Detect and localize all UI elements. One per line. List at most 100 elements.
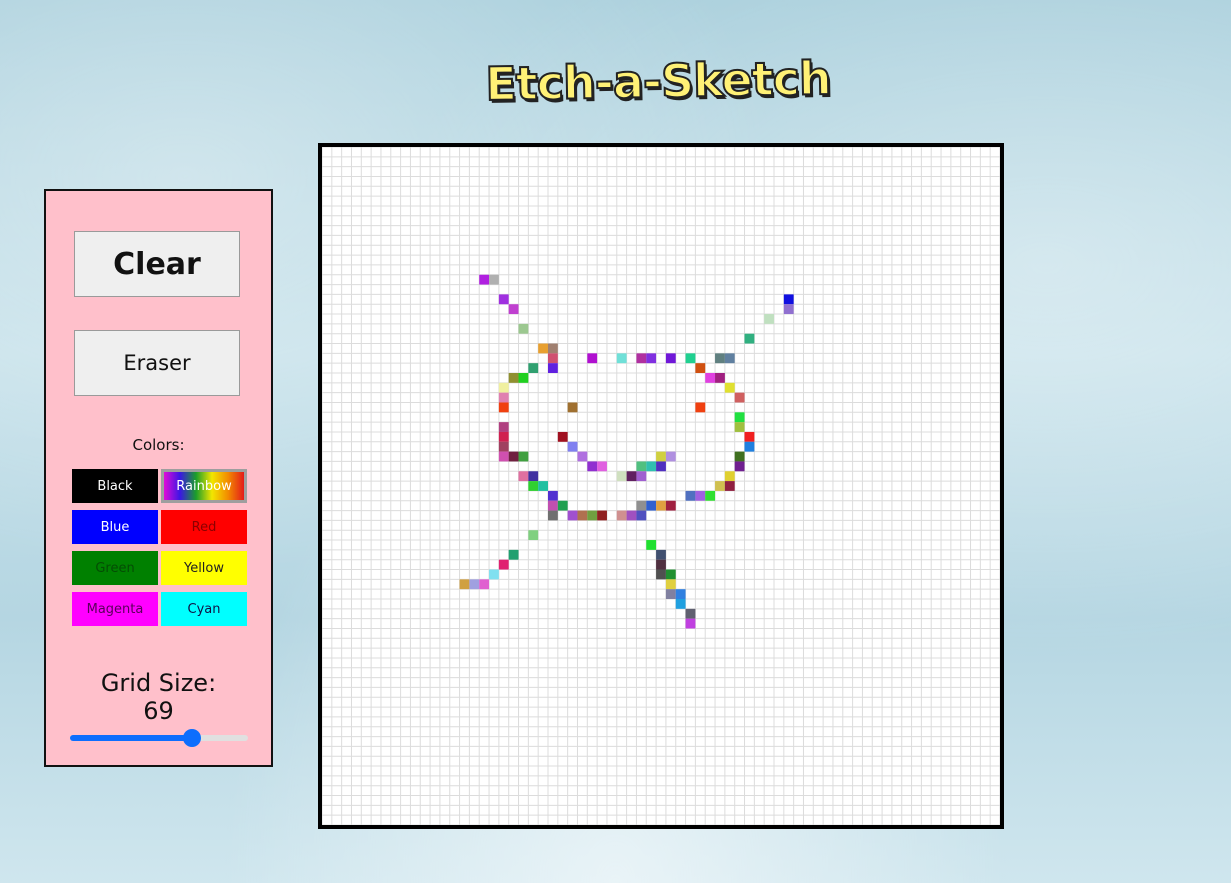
painted-cell[interactable] <box>587 461 598 472</box>
painted-cell[interactable] <box>518 323 529 334</box>
painted-cell[interactable] <box>498 441 509 452</box>
painted-cell[interactable] <box>508 549 519 560</box>
painted-cell[interactable] <box>646 540 657 550</box>
painted-cell[interactable] <box>636 353 647 364</box>
painted-cell[interactable] <box>783 294 794 305</box>
painted-cell[interactable] <box>656 569 666 580</box>
painted-cell[interactable] <box>528 471 539 482</box>
painted-cell[interactable] <box>498 392 509 403</box>
color-red-button[interactable]: Red <box>161 510 247 544</box>
painted-cell[interactable] <box>498 431 509 442</box>
painted-cell[interactable] <box>656 549 666 560</box>
painted-cell[interactable] <box>577 510 588 521</box>
painted-cell[interactable] <box>724 471 735 482</box>
painted-cell[interactable] <box>744 441 755 452</box>
painted-cell[interactable] <box>498 402 509 413</box>
sketch-board[interactable] <box>318 143 1004 829</box>
painted-cell[interactable] <box>734 412 745 423</box>
painted-cell[interactable] <box>675 589 686 599</box>
painted-cell[interactable] <box>685 490 696 501</box>
painted-cell[interactable] <box>548 343 558 354</box>
painted-cell[interactable] <box>616 510 627 521</box>
painted-cell[interactable] <box>469 579 480 590</box>
painted-cell[interactable] <box>715 353 725 364</box>
painted-cell[interactable] <box>715 481 725 491</box>
color-yellow-button[interactable]: Yellow <box>161 551 247 585</box>
painted-cell[interactable] <box>489 274 499 285</box>
painted-cell[interactable] <box>636 471 647 482</box>
painted-cell[interactable] <box>548 500 558 511</box>
painted-cell[interactable] <box>744 431 755 442</box>
painted-cell[interactable] <box>498 294 509 305</box>
painted-cell[interactable] <box>498 451 509 462</box>
painted-cell[interactable] <box>548 510 558 521</box>
painted-cell[interactable] <box>656 559 666 570</box>
painted-cell[interactable] <box>518 451 529 462</box>
painted-cell[interactable] <box>636 500 647 511</box>
painted-cell[interactable] <box>557 500 568 511</box>
painted-cell[interactable] <box>734 392 745 403</box>
painted-cell[interactable] <box>597 461 607 472</box>
color-black-button[interactable]: Black <box>72 469 158 503</box>
painted-cell[interactable] <box>616 353 627 364</box>
painted-cell[interactable] <box>685 353 696 364</box>
painted-cell[interactable] <box>508 451 519 462</box>
color-rainbow-button[interactable]: Rainbow <box>161 469 247 503</box>
painted-cell[interactable] <box>567 441 578 452</box>
painted-cell[interactable] <box>528 530 539 541</box>
painted-cell[interactable] <box>685 618 696 629</box>
painted-cell[interactable] <box>548 363 558 373</box>
painted-cell[interactable] <box>665 579 676 590</box>
painted-cell[interactable] <box>626 510 637 521</box>
color-blue-button[interactable]: Blue <box>72 510 158 544</box>
painted-cell[interactable] <box>734 422 745 432</box>
painted-cell[interactable] <box>498 559 509 570</box>
painted-cell[interactable] <box>587 510 598 521</box>
painted-cell[interactable] <box>744 333 755 344</box>
painted-cell[interactable] <box>734 461 745 472</box>
painted-cell[interactable] <box>518 471 529 482</box>
painted-cell[interactable] <box>665 500 676 511</box>
painted-cell[interactable] <box>665 353 676 364</box>
painted-cell[interactable] <box>656 451 666 462</box>
painted-cell[interactable] <box>685 608 696 619</box>
painted-cell[interactable] <box>764 314 774 324</box>
color-magenta-button[interactable]: Magenta <box>72 592 158 626</box>
painted-cell[interactable] <box>567 402 578 413</box>
painted-cell[interactable] <box>548 490 558 501</box>
painted-cell[interactable] <box>646 500 657 511</box>
painted-cell[interactable] <box>665 569 676 580</box>
painted-cell[interactable] <box>724 353 735 364</box>
painted-cell[interactable] <box>656 500 666 511</box>
slider-thumb[interactable] <box>183 729 202 747</box>
painted-cell[interactable] <box>695 490 706 501</box>
painted-cell[interactable] <box>695 402 706 413</box>
painted-cell[interactable] <box>636 510 647 521</box>
painted-cell[interactable] <box>705 490 716 501</box>
painted-cell[interactable] <box>626 471 637 482</box>
sketch-grid[interactable] <box>322 147 1000 825</box>
painted-cell[interactable] <box>724 481 735 491</box>
painted-cell[interactable] <box>675 599 686 609</box>
painted-cell[interactable] <box>724 382 735 393</box>
painted-cell[interactable] <box>636 461 647 472</box>
painted-cell[interactable] <box>567 510 578 521</box>
painted-cell[interactable] <box>656 461 666 472</box>
painted-cell[interactable] <box>498 422 509 432</box>
painted-cell[interactable] <box>577 451 588 462</box>
painted-cell[interactable] <box>459 579 470 590</box>
painted-cell[interactable] <box>715 373 725 383</box>
painted-cell[interactable] <box>548 353 558 364</box>
painted-cell[interactable] <box>508 304 519 315</box>
painted-cell[interactable] <box>489 569 499 580</box>
color-green-button[interactable]: Green <box>72 551 158 585</box>
painted-cell[interactable] <box>705 373 716 383</box>
grid-size-slider[interactable] <box>70 728 248 748</box>
painted-cell[interactable] <box>616 471 627 482</box>
painted-cell[interactable] <box>597 510 607 521</box>
painted-cell[interactable] <box>783 304 794 315</box>
painted-cell[interactable] <box>557 431 568 442</box>
painted-cell[interactable] <box>528 363 539 373</box>
painted-cell[interactable] <box>479 579 490 590</box>
painted-cell[interactable] <box>528 481 539 491</box>
